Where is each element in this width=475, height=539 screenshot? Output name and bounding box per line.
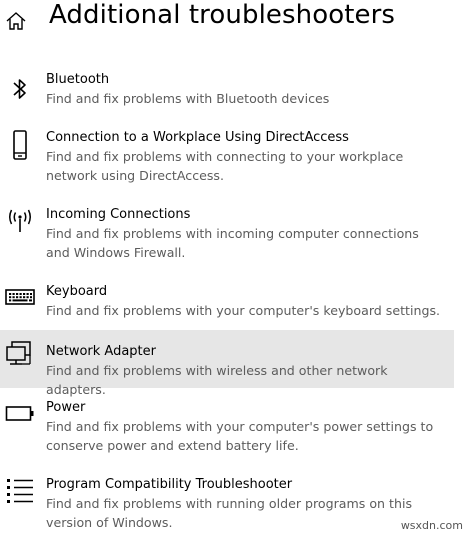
item-title: Connection to a Workplace Using DirectAc… bbox=[46, 130, 349, 145]
network-adapter-icon bbox=[5, 340, 35, 370]
troubleshoot-page: Additional troubleshooters Bluetooth Fin… bbox=[0, 0, 475, 539]
bluetooth-icon bbox=[5, 74, 35, 104]
keyboard-icon bbox=[5, 287, 35, 317]
item-description: Find and fix problems with incoming comp… bbox=[46, 226, 419, 260]
troubleshooter-item-bluetooth[interactable]: Bluetooth Find and fix problems with Blu… bbox=[0, 68, 454, 114]
phone-icon bbox=[5, 129, 35, 160]
item-description: Find and fix problems with Bluetooth dev… bbox=[46, 91, 330, 106]
item-title: Power bbox=[46, 400, 86, 415]
antenna-icon bbox=[5, 207, 35, 237]
item-title: Network Adapter bbox=[46, 344, 156, 359]
item-title: Incoming Connections bbox=[46, 207, 191, 222]
item-title: Keyboard bbox=[46, 284, 108, 299]
troubleshooter-item-program-compatibility[interactable]: Program Compatibility Troubleshooter Fin… bbox=[0, 473, 454, 537]
page-title: Additional troubleshooters bbox=[49, 0, 396, 30]
item-description: Find and fix problems with your computer… bbox=[46, 419, 434, 453]
list-icon bbox=[5, 476, 35, 506]
item-description: Find and fix problems with your computer… bbox=[46, 303, 441, 318]
troubleshooter-item-keyboard[interactable]: Keyboard Find and fix problems with your… bbox=[0, 280, 454, 326]
battery-icon bbox=[5, 404, 35, 434]
troubleshooter-item-network-adapter[interactable]: Network Adapter Find and fix problems wi… bbox=[0, 330, 454, 397]
troubleshooter-item-incoming-connections[interactable]: Incoming Connections Find and fix proble… bbox=[0, 203, 454, 267]
watermark: wsxdn.com bbox=[400, 519, 463, 532]
item-description: Find and fix problems with connecting to… bbox=[46, 149, 404, 183]
item-description: Find and fix problems with running older… bbox=[46, 496, 413, 530]
troubleshooter-item-directaccess[interactable]: Connection to a Workplace Using DirectAc… bbox=[0, 126, 454, 190]
troubleshooter-item-power[interactable]: Power Find and fix problems with your co… bbox=[0, 396, 454, 460]
item-title: Program Compatibility Troubleshooter bbox=[46, 477, 293, 492]
item-description: Find and fix problems with wireless and … bbox=[46, 363, 388, 397]
item-title: Bluetooth bbox=[46, 72, 110, 87]
home-icon[interactable] bbox=[5, 10, 27, 32]
